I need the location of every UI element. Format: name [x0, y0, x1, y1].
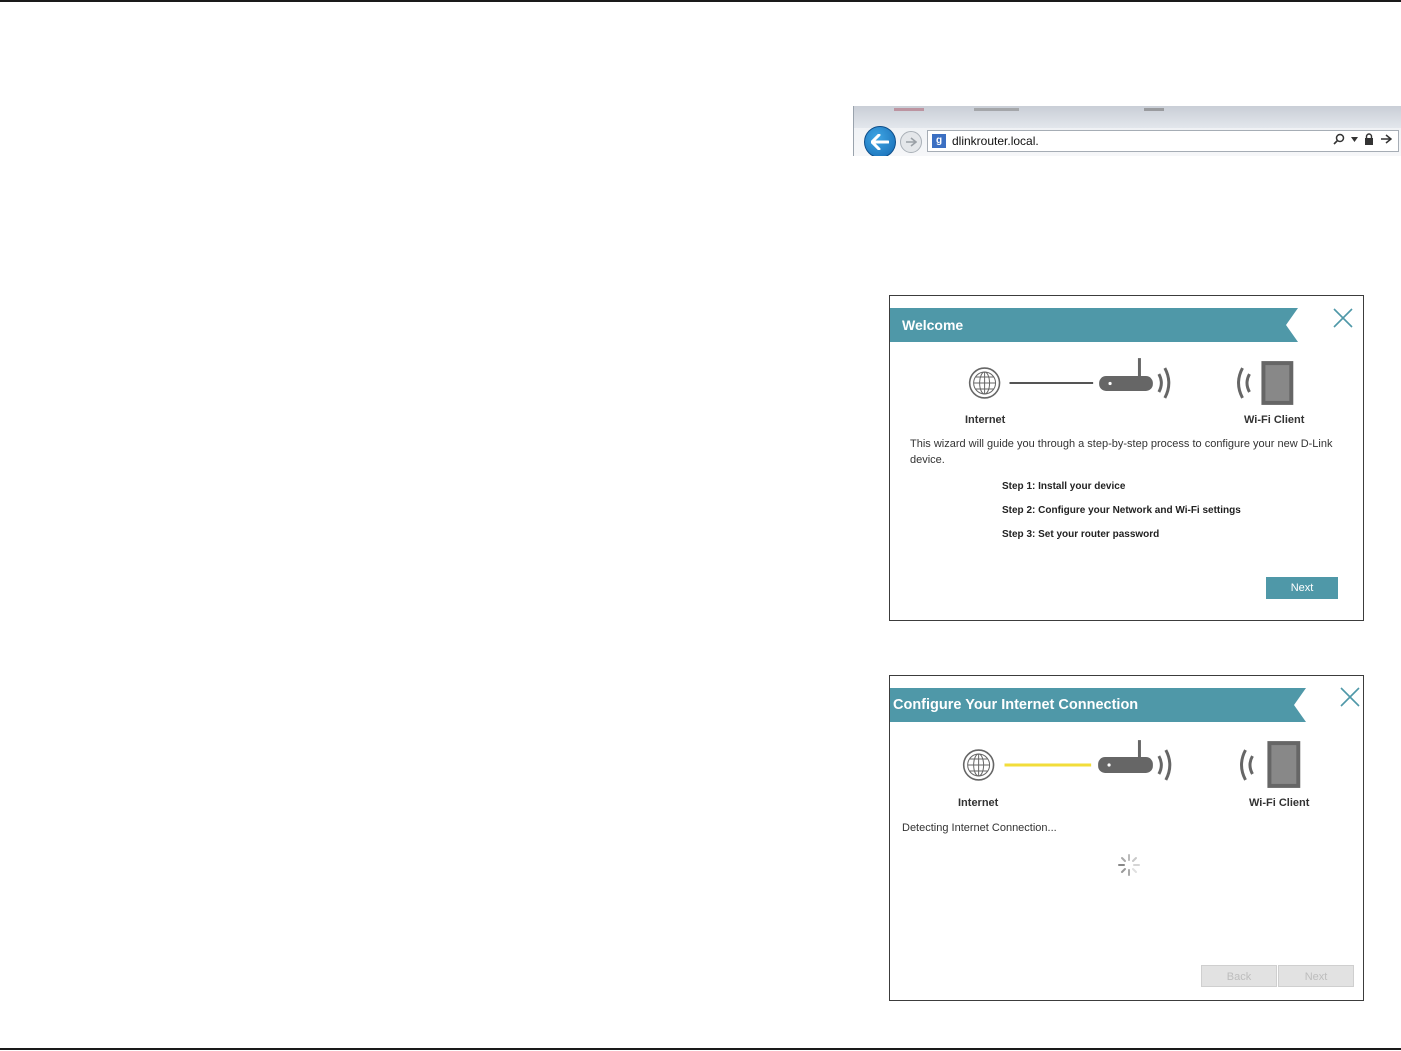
browser-toolbar: g dlinkrouter.local. — [853, 106, 1401, 156]
globe-icon — [968, 367, 1001, 399]
wifi-client-label: Wi-Fi Client — [1244, 414, 1305, 426]
step-1: Step 1: Install your device — [1002, 481, 1125, 492]
globe-icon — [962, 749, 995, 781]
wifi-client-icon — [1237, 361, 1294, 405]
internet-label: Internet — [958, 797, 999, 809]
url-text: dlinkrouter.local. — [952, 134, 1039, 148]
bottom-rule — [0, 1048, 1401, 1050]
address-tools — [1333, 133, 1392, 145]
step-3-prefix: Step 3 — [1002, 529, 1033, 540]
wifi-client-icon — [1240, 741, 1301, 788]
network-diagram — [968, 358, 1294, 405]
router-icon — [1098, 740, 1172, 781]
back-arrow-icon — [871, 134, 889, 150]
router-icon — [1099, 358, 1171, 399]
back-button[interactable] — [864, 126, 896, 156]
next-button[interactable]: Next — [1278, 965, 1354, 987]
internet-label: Internet — [965, 414, 1006, 426]
lock-icon[interactable] — [1364, 133, 1374, 145]
step-2: Step 2: Configure your Network and Wi-Fi… — [1002, 505, 1241, 516]
forward-arrow-icon — [906, 137, 917, 147]
back-button[interactable]: Back — [1201, 965, 1277, 987]
step-1-prefix: Step 1 — [1002, 481, 1033, 492]
dialog-title: Configure Your Internet Connection — [893, 697, 1139, 713]
internet-connection-dialog: Configure Your Internet Connection Inter… — [889, 675, 1364, 1001]
step-3-text: : Set your router password — [1032, 529, 1160, 540]
favicon-icon: g — [932, 134, 946, 148]
welcome-banner: Welcome — [890, 308, 1298, 342]
close-icon[interactable] — [1332, 307, 1354, 329]
step-2-text: : Configure your Network and Wi-Fi setti… — [1032, 505, 1241, 516]
wifi-client-label: Wi-Fi Client — [1249, 797, 1310, 809]
network-diagram — [962, 740, 1301, 788]
dropdown-arrow-icon[interactable] — [1351, 136, 1358, 142]
dialog-title: Welcome — [902, 317, 964, 333]
address-bar[interactable]: g dlinkrouter.local. — [927, 130, 1399, 152]
welcome-dialog: Welcome Internet Wi-Fi Client This wizar… — [889, 295, 1364, 621]
step-3: Step 3: Set your router password — [1002, 529, 1159, 540]
top-rule — [0, 0, 1401, 2]
close-icon[interactable] — [1339, 686, 1361, 708]
connection-banner: Configure Your Internet Connection — [890, 688, 1306, 722]
forward-button[interactable] — [900, 131, 922, 153]
step-2-prefix: Step 2 — [1002, 505, 1033, 516]
wizard-description: This wizard will guide you through a ste… — [910, 438, 1333, 466]
step-1-text: : Install your device — [1032, 481, 1126, 492]
tab-strip — [854, 106, 1401, 128]
go-arrow-icon[interactable] — [1380, 134, 1392, 144]
search-icon[interactable] — [1333, 133, 1345, 145]
loading-spinner-icon — [1118, 854, 1140, 876]
next-button[interactable]: Next — [1266, 577, 1338, 599]
status-text: Detecting Internet Connection... — [902, 822, 1057, 834]
